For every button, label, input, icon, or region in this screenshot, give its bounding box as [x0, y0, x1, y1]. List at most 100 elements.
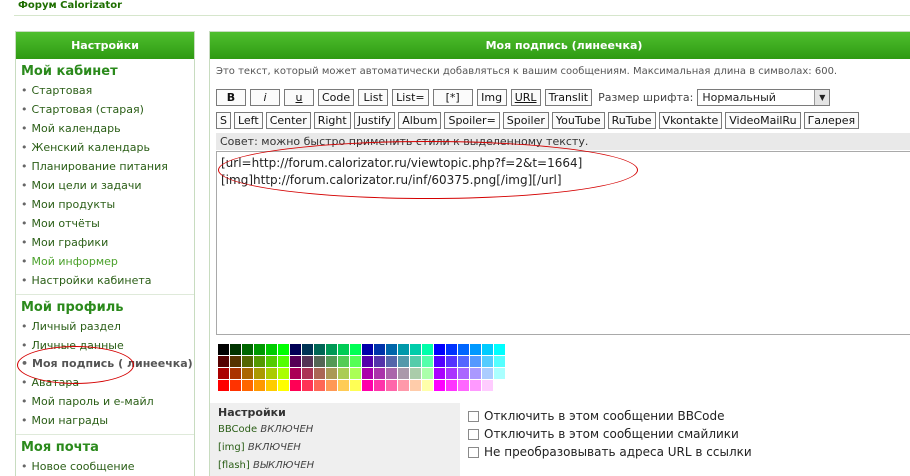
- sidebar-item-my-charts[interactable]: • Мои графики: [21, 233, 194, 252]
- color-swatch[interactable]: [410, 344, 421, 355]
- color-swatch[interactable]: [434, 356, 445, 367]
- color-swatch[interactable]: [494, 380, 505, 391]
- spoiler-button[interactable]: Spoiler: [502, 112, 549, 129]
- color-swatch[interactable]: [302, 344, 313, 355]
- checkbox[interactable]: [468, 428, 479, 440]
- color-swatch[interactable]: [254, 356, 265, 367]
- color-swatch[interactable]: [434, 380, 445, 391]
- list-button[interactable]: List: [358, 89, 389, 106]
- color-swatch[interactable]: [446, 380, 457, 391]
- translit-button[interactable]: Translit: [544, 89, 593, 106]
- sidebar-item-password-email[interactable]: • Мой пароль и е-майл: [21, 392, 194, 411]
- color-swatch[interactable]: [290, 380, 301, 391]
- color-swatch[interactable]: [398, 380, 409, 391]
- align-right-button[interactable]: Right: [313, 112, 351, 129]
- color-swatch[interactable]: [302, 356, 313, 367]
- section-title[interactable]: Моя почта: [21, 439, 194, 456]
- color-swatch[interactable]: [278, 344, 289, 355]
- color-swatch[interactable]: [398, 368, 409, 379]
- color-swatch[interactable]: [410, 356, 421, 367]
- color-swatch[interactable]: [458, 380, 469, 391]
- color-swatch[interactable]: [230, 368, 241, 379]
- color-swatch[interactable]: [362, 356, 373, 367]
- bold-button[interactable]: B: [216, 89, 246, 106]
- color-swatch[interactable]: [458, 356, 469, 367]
- color-swatch[interactable]: [302, 368, 313, 379]
- color-swatch[interactable]: [374, 380, 385, 391]
- color-swatch[interactable]: [218, 344, 229, 355]
- gallery-button[interactable]: Галерея: [803, 112, 860, 129]
- color-swatch[interactable]: [278, 356, 289, 367]
- color-swatch[interactable]: [482, 380, 493, 391]
- color-swatch[interactable]: [350, 380, 361, 391]
- sidebar-item-female-calendar[interactable]: • Женский календарь: [21, 138, 194, 157]
- sidebar-item-meal-planning[interactable]: • Планирование питания: [21, 157, 194, 176]
- color-swatch[interactable]: [398, 356, 409, 367]
- checkbox[interactable]: [468, 446, 479, 458]
- color-swatch[interactable]: [410, 380, 421, 391]
- color-swatch[interactable]: [254, 368, 265, 379]
- color-swatch[interactable]: [398, 344, 409, 355]
- color-swatch[interactable]: [314, 380, 325, 391]
- color-swatch[interactable]: [482, 344, 493, 355]
- color-swatch[interactable]: [242, 368, 253, 379]
- italic-button[interactable]: i: [250, 89, 280, 106]
- videomailru-button[interactable]: VideoMailRu: [725, 112, 801, 129]
- color-swatch[interactable]: [242, 344, 253, 355]
- color-swatch[interactable]: [242, 356, 253, 367]
- color-swatch[interactable]: [446, 344, 457, 355]
- color-swatch[interactable]: [326, 380, 337, 391]
- sidebar-item-personal-section[interactable]: • Личный раздел: [21, 317, 194, 336]
- checkbox[interactable]: [468, 410, 479, 422]
- youtube-button[interactable]: YouTube: [551, 112, 605, 129]
- spoiler-titled-button[interactable]: Spoiler=: [444, 112, 500, 129]
- color-swatch[interactable]: [482, 356, 493, 367]
- color-swatch[interactable]: [458, 368, 469, 379]
- color-swatch[interactable]: [362, 344, 373, 355]
- sidebar-item-avatar[interactable]: • Аватара: [21, 373, 194, 392]
- color-swatch[interactable]: [266, 344, 277, 355]
- color-swatch[interactable]: [434, 344, 445, 355]
- rutube-button[interactable]: RuTube: [607, 112, 656, 129]
- color-swatch[interactable]: [266, 380, 277, 391]
- color-swatch[interactable]: [422, 356, 433, 367]
- color-swatch[interactable]: [338, 368, 349, 379]
- color-swatch[interactable]: [422, 368, 433, 379]
- color-swatch[interactable]: [446, 368, 457, 379]
- color-swatch[interactable]: [410, 368, 421, 379]
- color-swatch[interactable]: [326, 344, 337, 355]
- sidebar-item-cabinet-settings[interactable]: • Настройки кабинета: [21, 271, 194, 290]
- color-swatch[interactable]: [374, 356, 385, 367]
- sidebar-item-new-message[interactable]: • Новое сообщение: [21, 457, 194, 476]
- sidebar-item-awards[interactable]: • Мои награды: [21, 411, 194, 430]
- list-item-button[interactable]: [*]: [432, 89, 473, 106]
- color-swatch[interactable]: [266, 356, 277, 367]
- color-swatch[interactable]: [338, 344, 349, 355]
- color-swatch[interactable]: [482, 368, 493, 379]
- color-swatch[interactable]: [230, 344, 241, 355]
- color-swatch[interactable]: [314, 356, 325, 367]
- url-button[interactable]: URL: [510, 89, 541, 106]
- color-swatch[interactable]: [374, 344, 385, 355]
- color-swatch[interactable]: [386, 368, 397, 379]
- sidebar-item-my-products[interactable]: • Мои продукты: [21, 195, 194, 214]
- color-swatch[interactable]: [350, 344, 361, 355]
- option-disable-smilies[interactable]: Отключить в этом сообщении смайлики: [468, 425, 752, 443]
- color-swatch[interactable]: [374, 368, 385, 379]
- color-swatch[interactable]: [386, 380, 397, 391]
- color-swatch[interactable]: [386, 344, 397, 355]
- color-swatch[interactable]: [350, 368, 361, 379]
- option-disable-bbcode[interactable]: Отключить в этом сообщении BBCode: [468, 407, 752, 425]
- color-swatch[interactable]: [266, 368, 277, 379]
- color-swatch[interactable]: [338, 356, 349, 367]
- color-swatch[interactable]: [434, 368, 445, 379]
- color-swatch[interactable]: [494, 344, 505, 355]
- color-swatch[interactable]: [458, 344, 469, 355]
- sidebar-item-my-reports[interactable]: • Мои отчёты: [21, 214, 194, 233]
- color-swatch[interactable]: [470, 368, 481, 379]
- code-button[interactable]: Code: [318, 89, 355, 106]
- color-swatch[interactable]: [386, 356, 397, 367]
- strike-button[interactable]: S: [216, 112, 231, 129]
- color-swatch[interactable]: [422, 380, 433, 391]
- color-swatch[interactable]: [326, 368, 337, 379]
